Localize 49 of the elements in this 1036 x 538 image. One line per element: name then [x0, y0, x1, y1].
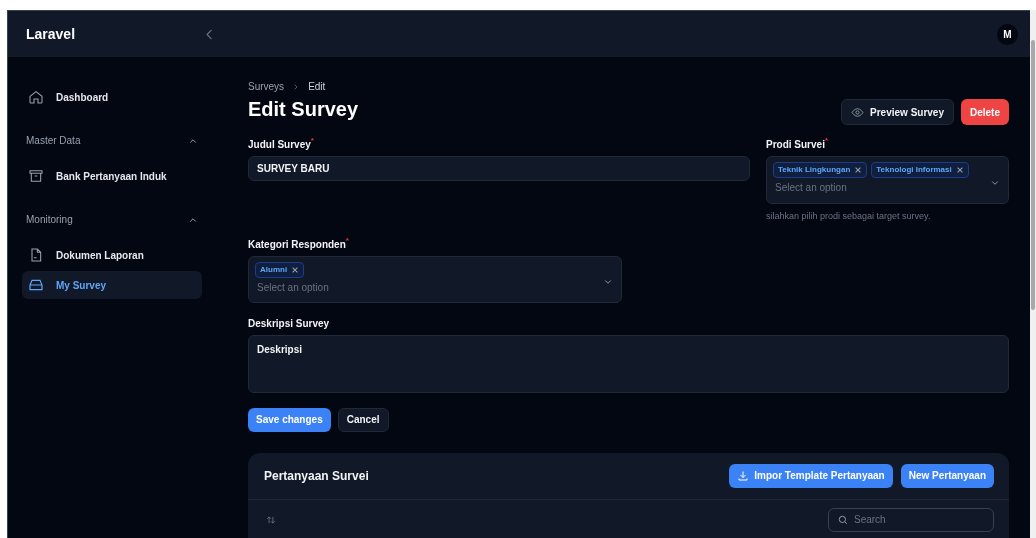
brand-name: Laravel [26, 24, 76, 44]
field-label: Judul Survey* [248, 138, 315, 151]
document-icon [28, 247, 44, 263]
textarea[interactable]: Deskripsi [248, 334, 1009, 393]
header-button[interactable]: Delete [961, 99, 1009, 125]
home-icon [28, 89, 44, 105]
field-label: Kategori Responden* [248, 237, 350, 251]
required-mark: * [345, 236, 349, 245]
eye-icon [851, 105, 865, 119]
card-button[interactable]: Impor Template Pertanyaan [729, 463, 893, 488]
breadcrumb-link[interactable]: Surveys [248, 79, 285, 94]
select-placeholder: Select an option [774, 182, 848, 194]
close-icon[interactable] [291, 265, 300, 274]
card-button[interactable]: New Pertanyaan [900, 463, 994, 488]
page-title: Edit Survey [248, 97, 359, 122]
tag[interactable]: Teknik Lingkungan [773, 162, 868, 178]
search-input[interactable]: Search [854, 512, 974, 527]
breadcrumb-link[interactable]: Edit [308, 79, 326, 94]
field-label: Prodi Survei* [766, 138, 830, 151]
multi-select[interactable]: Teknik Lingkungan Teknologi Informasi Select an option [766, 156, 1009, 204]
sidebar-item[interactable]: Bank Pertanyaan Induk [22, 162, 202, 190]
sidebar-group-label[interactable]: Monitoring [26, 212, 73, 227]
close-icon[interactable] [955, 166, 964, 174]
form-button[interactable]: Save changes [248, 407, 331, 432]
header-button[interactable]: Preview Survey [841, 99, 954, 125]
download-icon [737, 469, 750, 482]
multi-select[interactable]: Alumni Select an option [248, 255, 622, 303]
search-icon [838, 514, 848, 525]
tag[interactable]: Teknologi Informasi [871, 162, 969, 178]
search-field[interactable]: Search [828, 507, 994, 532]
archive-icon [28, 168, 44, 184]
field-label: Deskripsi Survey [248, 316, 331, 330]
sidebar-group-label[interactable]: Master Data [26, 133, 81, 148]
sidebar-item[interactable]: My Survey [22, 271, 202, 299]
sidebar-item[interactable]: Dokumen Laporan [22, 241, 202, 269]
tag[interactable]: Alumni [255, 261, 305, 278]
helper-text: silahkan pilih prodi sebagai target survey. [766, 210, 932, 223]
close-icon[interactable] [854, 166, 863, 174]
text-input[interactable]: SURVEY BARU [248, 156, 750, 181]
sidebar-item[interactable]: Dashboard [22, 83, 202, 111]
sort-icon[interactable] [266, 514, 276, 525]
form-button[interactable]: Cancel [337, 407, 389, 432]
card-title: Pertanyaan Survei [264, 467, 369, 485]
scrollbar-thumb[interactable] [1031, 40, 1035, 310]
required-mark: * [310, 137, 314, 145]
select-placeholder: Select an option [256, 281, 329, 294]
required-mark: * [824, 137, 829, 145]
avatar[interactable]: M [997, 23, 1018, 45]
tray-icon [28, 277, 44, 293]
